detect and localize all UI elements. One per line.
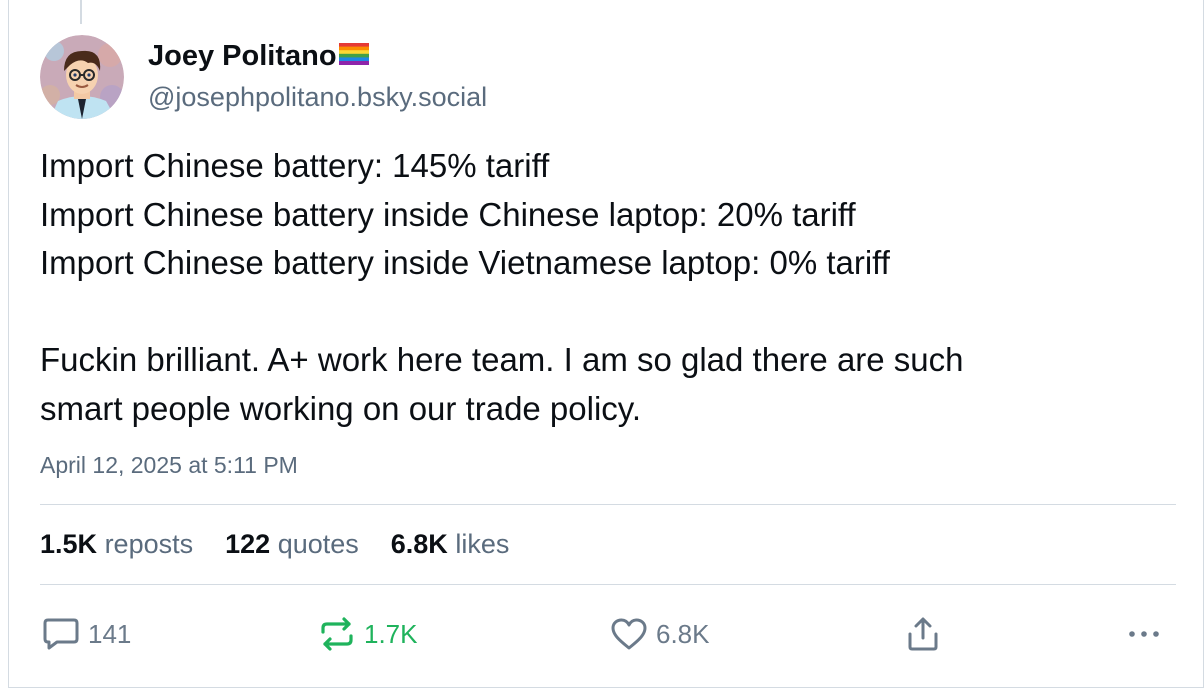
post-text-line: Fuckin brilliant. A+ work here team. I a… [40,341,964,378]
quotes-count: 122 [225,529,271,559]
post-text-line: smart people working on our trade policy… [40,389,642,427]
divider [40,504,1176,505]
engagement-stats: 1.5K reposts 122 quotes 6.8K likes [40,529,541,560]
like-button[interactable]: 6.8K [610,616,710,652]
reply-button[interactable]: 141 [42,616,131,652]
likes-label: likes [455,529,510,559]
repost-button[interactable]: 1.7K [318,616,418,652]
divider [40,584,1176,585]
likes-count: 6.8K [390,529,448,559]
share-button[interactable] [905,616,941,652]
repost-arrows-icon [321,617,353,651]
share-icon [908,617,938,651]
author-handle[interactable]: @josephpolitano.bsky.social [148,82,487,113]
reposts-label: reposts [104,529,194,559]
post-text-line: Import Chinese battery inside Vietnamese… [40,244,890,281]
author-display-name[interactable]: Joey Politano [148,40,337,72]
thread-connector-line [80,0,82,24]
reposts-stat[interactable]: 1.5K reposts [40,529,193,560]
reposts-count: 1.5K [40,529,98,559]
quotes-label: quotes [277,529,359,559]
avatar-illustration [40,35,124,119]
post-text: Import Chinese battery: 145% tariff Impo… [40,142,1170,433]
author-name[interactable]: Joey Politano [148,40,369,73]
likes-stat[interactable]: 6.8K likes [391,529,510,560]
reply-count: 141 [88,618,132,649]
post-text-line: Import Chinese battery: 145% tariff [40,147,550,184]
post-timestamp[interactable]: April 12, 2025 at 5:11 PM [40,452,298,479]
speech-bubble-icon [43,618,79,650]
quotes-stat[interactable]: 122 quotes [225,529,359,560]
repost-count: 1.7K [364,618,418,649]
heart-icon [611,618,647,650]
rainbow-flag-icon [338,43,369,66]
post-text-line: Import Chinese battery inside Chinese la… [40,195,856,233]
more-options-button[interactable] [1126,616,1162,652]
avatar[interactable] [40,35,124,119]
ellipsis-icon [1129,631,1159,637]
like-count: 6.8K [656,618,710,649]
